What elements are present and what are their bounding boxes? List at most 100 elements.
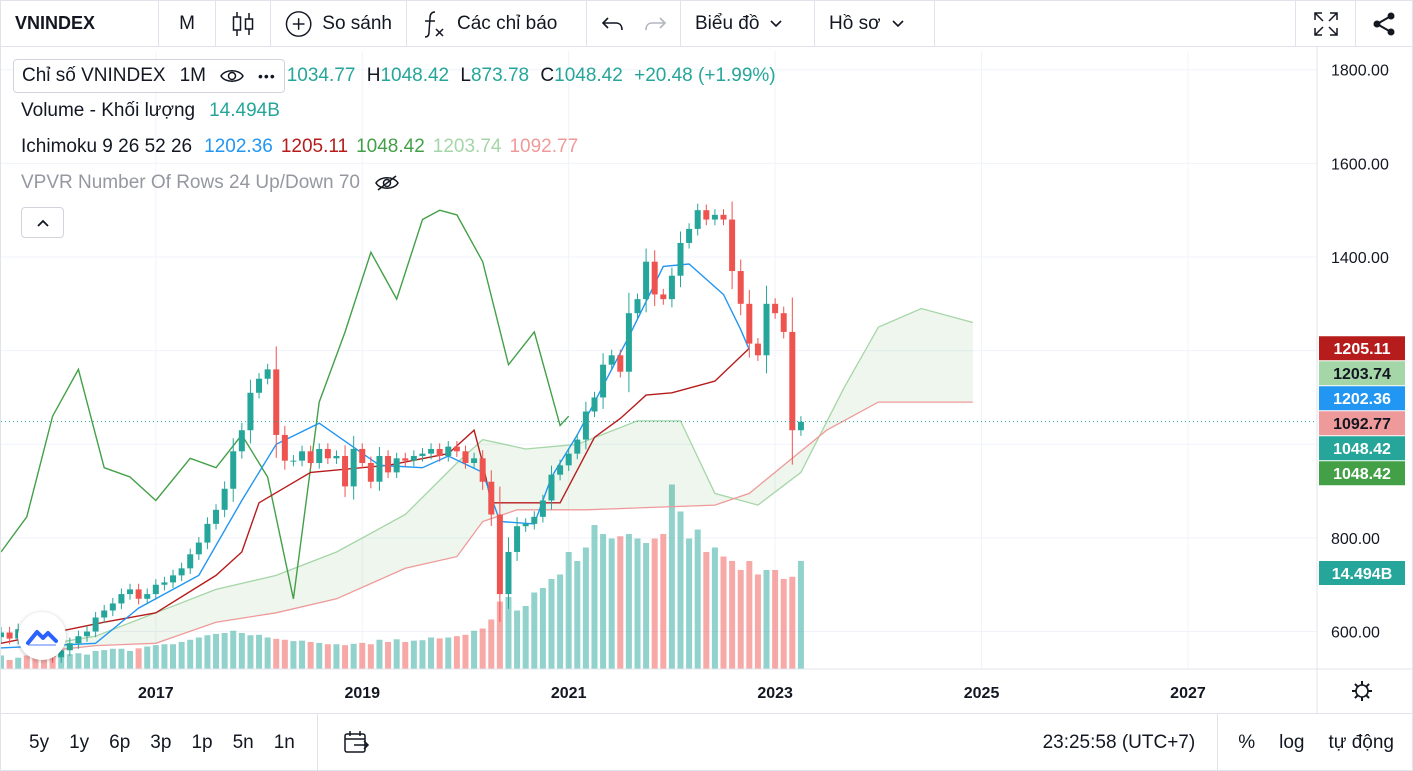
compare-button[interactable]: So sánh — [271, 0, 407, 47]
candle-body — [290, 460, 297, 462]
volume-bar — [195, 637, 202, 669]
candle-body — [780, 313, 787, 332]
candle-body — [247, 392, 254, 431]
legend-main-row: Chỉ số VNINDEX 1M ••• 1034.77 H1048.42 L… — [13, 59, 776, 93]
volume-bar — [23, 655, 30, 669]
tradingview-logo-button[interactable] — [18, 612, 66, 660]
share-icon — [1373, 12, 1395, 35]
volume-bar — [780, 579, 787, 669]
timezone-clock[interactable]: 23:25:58 (UTC+7) — [1043, 713, 1219, 771]
candle-body — [393, 458, 400, 473]
volume-bar — [84, 654, 91, 669]
eye-icon[interactable] — [220, 68, 244, 84]
profile-menu[interactable]: Hồ sơ — [815, 0, 935, 47]
legend-close-label: C — [540, 65, 555, 86]
fullscreen-button[interactable] — [1296, 0, 1356, 47]
volume-bar — [367, 644, 374, 669]
candle-body — [651, 261, 658, 295]
volume-bar — [772, 570, 779, 669]
volume-bar — [686, 538, 693, 669]
chart-type-menu[interactable]: Biểu đồ — [681, 0, 815, 47]
candle-style-button[interactable] — [216, 0, 271, 47]
volume-bar — [488, 619, 495, 669]
percent-toggle[interactable]: % — [1226, 732, 1267, 754]
price-tick-label: 1600.00 — [1331, 156, 1389, 173]
volume-bar — [754, 574, 761, 669]
volume-bar — [15, 657, 22, 669]
undo-icon[interactable] — [601, 14, 625, 34]
volume-bar — [445, 637, 452, 669]
volume-bar — [720, 556, 727, 669]
interval-button[interactable]: M — [159, 0, 216, 47]
candle-body — [660, 294, 667, 300]
volume-bar — [643, 543, 650, 669]
volume-bar — [660, 534, 667, 669]
candle-body — [127, 589, 134, 595]
volume-bar — [127, 651, 134, 669]
candle-body — [6, 632, 13, 639]
candle-body — [479, 458, 486, 482]
volume-bar — [436, 638, 443, 669]
chevron-down-icon — [891, 19, 904, 27]
legend-interval: 1M — [179, 65, 207, 86]
axis-settings-icon[interactable] — [1352, 681, 1372, 701]
candle-body — [686, 228, 693, 243]
candle-body — [720, 214, 727, 220]
ichimoku-tenkan-value: 1202.36 — [204, 136, 273, 157]
range-5n[interactable]: 5n — [225, 732, 262, 754]
candle-body — [617, 355, 624, 372]
range-6p[interactable]: 6p — [101, 732, 138, 754]
range-3p[interactable]: 3p — [142, 732, 179, 754]
go-to-date-button[interactable] — [318, 714, 394, 771]
candle-body — [531, 516, 538, 524]
symbol-search-button[interactable]: VNINDEX — [1, 0, 159, 47]
volume-bar — [170, 644, 177, 669]
indicators-label: Các chỉ báo — [457, 12, 558, 34]
more-options-icon[interactable]: ••• — [258, 68, 276, 84]
chart-type-label: Biểu đồ — [695, 12, 760, 34]
range-5y[interactable]: 5y — [21, 732, 57, 754]
tradingview-logo-icon — [26, 630, 58, 646]
legend-vpvr-row[interactable]: VPVR Number Of Rows 24 Up/Down 70 — [13, 165, 776, 201]
candle-body — [625, 313, 632, 372]
candle-body — [694, 210, 701, 229]
range-1y[interactable]: 1y — [61, 732, 97, 754]
candle-body — [342, 455, 349, 487]
legend-ichimoku-row[interactable]: Ichimoku 9 26 52 26 1202.36 1205.11 1048… — [13, 129, 776, 165]
candle-body — [264, 369, 271, 379]
price-tag-label: 1048.42 — [1333, 441, 1391, 458]
volume-bar — [651, 538, 658, 669]
vpvr-label: VPVR Number Of Rows 24 Up/Down 70 — [21, 172, 360, 193]
legend-title-box[interactable]: Chỉ số VNINDEX 1M ••• — [13, 59, 285, 93]
range-1p[interactable]: 1p — [183, 732, 220, 754]
legend-open: 1034.77 — [286, 65, 356, 86]
volume-bar — [359, 642, 366, 669]
fullscreen-icon — [1313, 11, 1338, 36]
volume-bar — [703, 552, 710, 669]
volume-bar — [290, 641, 297, 669]
candle-body — [668, 275, 675, 300]
share-button[interactable] — [1356, 1, 1412, 47]
gear-tooth — [1354, 683, 1359, 688]
time-tick-label: 2021 — [551, 685, 587, 702]
gear-tooth — [1365, 683, 1370, 688]
candle-body — [299, 451, 306, 461]
range-1n[interactable]: 1n — [266, 732, 303, 754]
volume-bar — [238, 633, 245, 669]
candle-body — [703, 210, 710, 220]
top-toolbar: VNINDEX M So sánh Các chỉ báo Biểu đồ Hồ… — [1, 0, 1412, 47]
redo-icon[interactable] — [643, 14, 667, 34]
volume-bar — [221, 633, 228, 669]
candle-body — [1, 632, 4, 638]
volume-bar — [135, 648, 142, 669]
indicators-button[interactable]: Các chỉ báo — [407, 0, 587, 47]
log-toggle[interactable]: log — [1267, 732, 1316, 754]
legend-volume-row[interactable]: Volume - Khối lượng 14.494B — [13, 93, 776, 129]
volume-bar — [746, 561, 753, 669]
volume-bar — [600, 534, 607, 669]
auto-scale-toggle[interactable]: tự động — [1316, 732, 1412, 754]
collapse-legend-button[interactable] — [21, 207, 64, 238]
volume-bar — [557, 574, 564, 669]
volume-bar — [6, 660, 13, 669]
eye-off-icon[interactable] — [374, 174, 400, 192]
